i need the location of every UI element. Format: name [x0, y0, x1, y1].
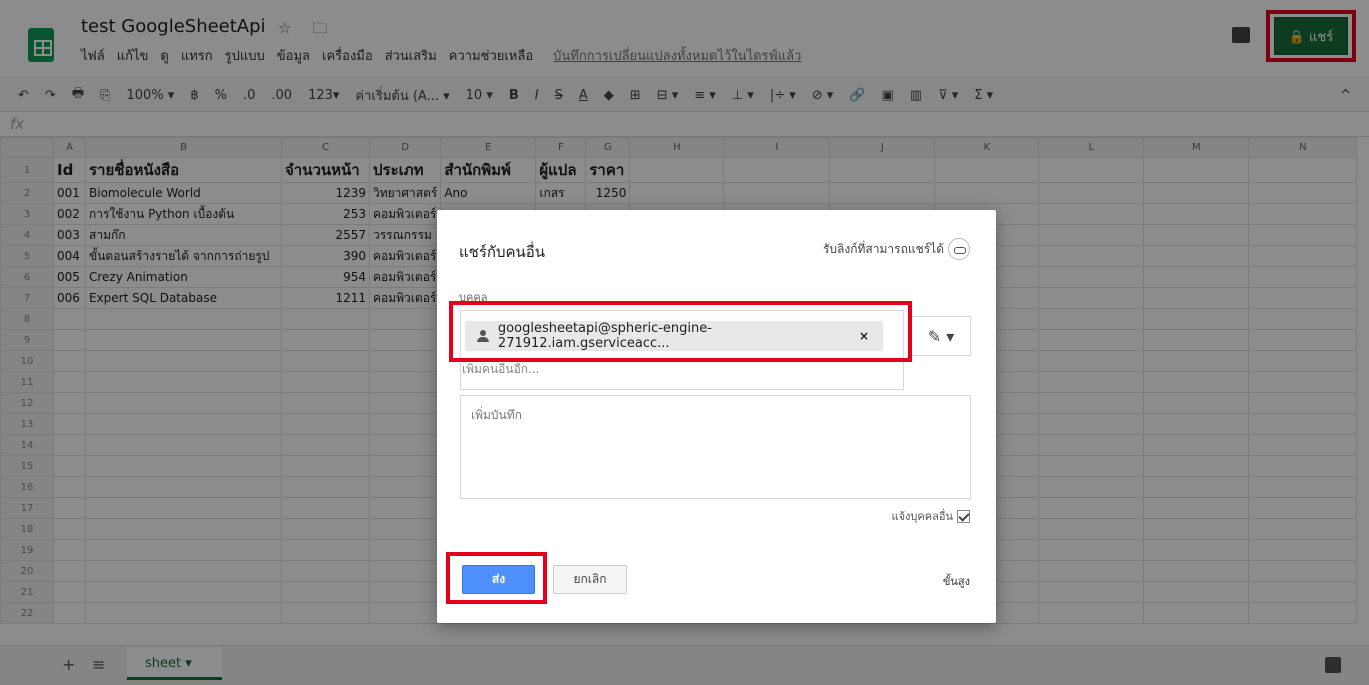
recipient-email: googlesheetapi@spheric-engine-271912.iam…: [497, 321, 712, 351]
cancel-button[interactable]: ยกเลิก: [553, 565, 627, 594]
note-textarea[interactable]: เพิ่มบันทึก: [460, 395, 971, 499]
send-button[interactable]: ส่ง: [462, 565, 535, 594]
people-label: บุคคล: [459, 291, 488, 304]
notify-checkbox[interactable]: [957, 509, 970, 523]
add-more-people-input[interactable]: เพิ่มคนอื่นอีก...: [462, 360, 539, 379]
dialog-title: แชร์กับคนอื่น: [459, 243, 546, 261]
link-icon[interactable]: [948, 238, 970, 260]
get-shareable-link[interactable]: รับลิงก์ที่สามารถแชร์ได้: [823, 238, 970, 260]
remove-recipient-icon[interactable]: ×: [859, 329, 869, 343]
share-dialog: แชร์กับคนอื่น รับลิงก์ที่สามารถแชร์ได้ บ…: [437, 210, 996, 623]
note-placeholder: เพิ่มบันทึก: [471, 408, 522, 422]
person-icon: [477, 330, 489, 342]
get-link-label[interactable]: รับลิงก์ที่สามารถแชร์ได้: [823, 240, 944, 259]
notify-people-option[interactable]: แจ้งบุคคลอื่น: [892, 507, 970, 525]
advanced-link[interactable]: ขั้นสูง: [943, 572, 970, 590]
notify-label: แจ้งบุคคลอื่น: [891, 510, 953, 523]
recipient-chip[interactable]: googlesheetapi@spheric-engine-271912.iam…: [465, 321, 883, 351]
permission-dropdown[interactable]: ✎ ▾: [911, 316, 971, 356]
